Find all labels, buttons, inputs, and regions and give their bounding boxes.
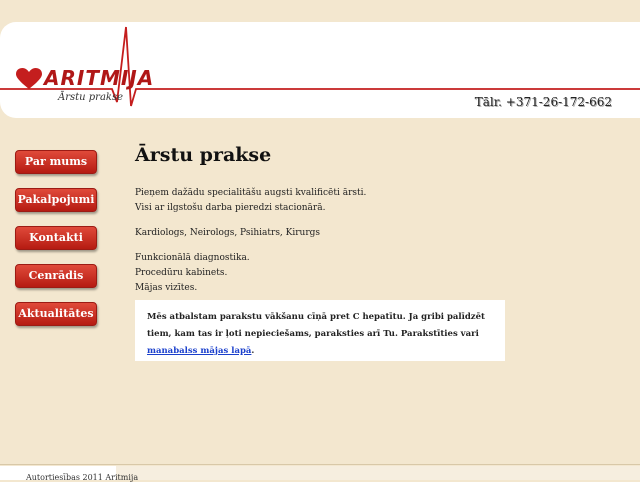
services-paragraph: Funkcionālā diagnostika. Procedūru kabin…	[135, 251, 515, 296]
footer-copyright: Autortiesības 2011 Aritmija	[26, 473, 139, 482]
specialists-line: Kardiologs, Neirologs, Psihiatrs, Kirurg…	[135, 228, 321, 238]
nav-button-pakalpojumi[interactable]: Pakalpojumi	[15, 188, 97, 212]
nav-button-aktualitates[interactable]: Aktualitātes	[15, 302, 97, 326]
heart-icon	[16, 68, 42, 89]
services-line-2: Procedūru kabinets.	[135, 268, 228, 278]
footer-divider	[0, 464, 640, 465]
notice-end: .	[251, 346, 255, 356]
manabalss-link[interactable]: manabalss mājas lapā	[147, 346, 251, 356]
nav-button-cenradis[interactable]: Cenrādis	[15, 264, 97, 288]
services-line-3: Mājas vizītes.	[135, 283, 198, 293]
phone-number: Tālr. +371-26-172-662	[474, 95, 612, 109]
footer-right-panel	[116, 466, 640, 480]
services-line-1: Funkcionālā diagnostika.	[135, 253, 250, 263]
main-nav: Par mums Pakalpojumi Kontakti Cenrādis A…	[15, 150, 97, 340]
nav-button-par-mums[interactable]: Par mums	[15, 150, 97, 174]
logo-text[interactable]: ARITMIJA	[44, 66, 154, 90]
nav-button-kontakti[interactable]: Kontakti	[15, 226, 97, 250]
main-content: Ārstu prakse Pieņem dažādu specialitāšu …	[135, 144, 515, 306]
intro-line-1: Pieņem dažādu specialitāšu augsti kvalif…	[135, 188, 367, 198]
notice-text: Mēs atbalstam parakstu vākšanu cīņā pret…	[147, 312, 485, 339]
notice-box: Mēs atbalstam parakstu vākšanu cīņā pret…	[135, 300, 505, 361]
intro-paragraph: Pieņem dažādu specialitāšu augsti kvalif…	[135, 186, 515, 216]
page-title: Ārstu prakse	[135, 144, 272, 166]
logo-subtitle: Ārstu prakse	[58, 92, 124, 103]
intro-line-2: Visi ar ilgstošu darba pieredzi stacionā…	[135, 203, 326, 213]
specialists-paragraph: Kardiologs, Neirologs, Psihiatrs, Kirurg…	[135, 226, 515, 241]
